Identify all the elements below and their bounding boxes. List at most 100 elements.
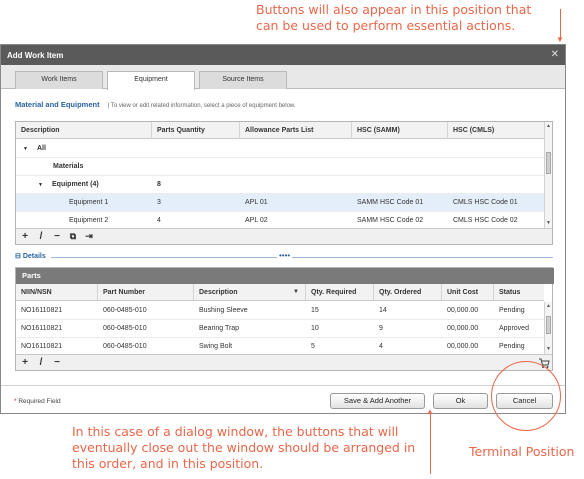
tree-row-label: Materials (53, 163, 84, 170)
equipment-scrollbar[interactable]: ▲ ▼ (544, 122, 552, 228)
dialog-title-bar: Add Work Item ✕ (1, 45, 565, 65)
equipment-toolbar: + / − ⧉ ⇥ (16, 228, 552, 244)
description-cell: Bearing Trap (199, 325, 240, 332)
annotation-terminal: Terminal Position (469, 444, 575, 459)
tab-source-items[interactable]: Source Items (199, 71, 287, 89)
parts-quantity-value: 8 (157, 181, 161, 188)
parts-toolbar: + / − (16, 354, 552, 370)
qty-required-cell: 10 (311, 325, 319, 332)
hsc-cmls-cell: CMLS HSC Code 01 (453, 199, 518, 206)
scroll-down-icon[interactable]: ▼ (545, 345, 552, 353)
col-description[interactable]: Description (16, 122, 152, 139)
scroll-thumb[interactable] (546, 316, 551, 334)
status-cell: Pending (499, 307, 525, 314)
section-header: Material and Equipment | To view or edit… (15, 100, 296, 109)
required-label: Required Field (18, 398, 61, 405)
col-niin-nsn[interactable]: NIIN/NSN (16, 284, 98, 301)
parts-table-title: Parts (16, 268, 554, 284)
table-row[interactable]: Equipment 1 3 APL 01 SAMM HSC Code 01 CM… (16, 194, 544, 212)
equipment-table: Description Parts Quantity Allowance Par… (15, 121, 553, 245)
col-qty-required[interactable]: Qty. Required (306, 284, 374, 301)
col-allowance-parts-list[interactable]: Allowance Parts List (240, 122, 352, 139)
annotation-arrow-top-head: ▼ (556, 35, 564, 44)
description-cell: Equipment 1 (69, 199, 109, 206)
unit-cost-cell: 00,000.00 (447, 325, 479, 332)
edit-icon[interactable]: / (34, 230, 48, 243)
scroll-thumb[interactable] (546, 152, 551, 174)
tree-row-materials[interactable]: Materials (16, 158, 544, 176)
annotation-bottom: In this case of a dialog window, the but… (72, 424, 416, 471)
unit-cost-cell: 00,000.00 (447, 343, 479, 350)
expand-arrow-icon[interactable]: ▼ (38, 182, 43, 188)
col-part-number[interactable]: Part Number (98, 284, 194, 301)
part-number-cell: 060-0485-010 (103, 343, 147, 350)
remove-icon[interactable]: − (50, 230, 64, 243)
dialog-title: Add Work Item (7, 51, 64, 60)
required-field-note: * Required Field (14, 398, 61, 405)
terminal-position-circle (491, 361, 561, 431)
col-unit-cost[interactable]: Unit Cost (442, 284, 494, 301)
table-row[interactable]: NO16110821 060-0485-010 Bushing Sleeve 1… (16, 302, 544, 320)
details-toggle[interactable]: ⊟ Details (15, 252, 46, 260)
col-status[interactable]: Status (494, 284, 544, 301)
tab-bar: Work Items Equipment Source Items (1, 65, 565, 90)
required-star: * (14, 398, 17, 405)
annotation-top: Buttons will also appear in this positio… (256, 2, 532, 33)
add-icon[interactable]: + (18, 356, 32, 369)
move-icon[interactable]: ⇥ (82, 230, 96, 243)
tree-row-label: All (37, 145, 46, 152)
section-subtitle: | To view or edit related information, s… (107, 103, 296, 109)
annotation-arrow-bottom (430, 414, 431, 474)
col-hsc-samm[interactable]: HSC (SAMM) (352, 122, 448, 139)
qty-ordered-cell: 14 (379, 307, 387, 314)
niin-cell: NO16110821 (21, 307, 63, 314)
scroll-up-icon[interactable]: ▲ (545, 122, 552, 130)
section-title: Material and Equipment (15, 100, 100, 109)
qty-ordered-cell: 9 (379, 325, 383, 332)
status-cell: Pending (499, 343, 525, 350)
save-add-another-button[interactable]: Save & Add Another (330, 393, 425, 409)
details-divider-line (51, 257, 553, 258)
tab-equipment[interactable]: Equipment (107, 71, 195, 90)
close-icon[interactable]: ✕ (551, 49, 559, 60)
tab-work-items[interactable]: Work Items (15, 71, 103, 89)
scroll-up-icon[interactable]: ▲ (545, 302, 552, 310)
parts-scrollbar[interactable]: ▲ ▼ (544, 302, 552, 354)
sort-arrow-icon[interactable]: ▼ (293, 284, 299, 301)
tree-row-label: Equipment (4) (52, 181, 99, 188)
qty-required-cell: 15 (311, 307, 319, 314)
remove-icon[interactable]: − (50, 356, 64, 369)
add-icon[interactable]: + (18, 230, 32, 243)
add-work-item-dialog: Add Work Item ✕ Work Items Equipment Sou… (0, 44, 566, 414)
tree-row-equipment[interactable]: ▼ Equipment (4) 8 (16, 176, 544, 194)
table-row[interactable]: NO16110821 060-0485-010 Bearing Trap 10 … (16, 320, 544, 338)
details-label: Details (22, 253, 46, 260)
part-number-cell: 060-0485-010 (103, 307, 147, 314)
col-hsc-cmls[interactable]: HSC (CMLS) (448, 122, 544, 139)
scroll-down-icon[interactable]: ▼ (545, 219, 552, 227)
equipment-table-header: Description Parts Quantity Allowance Par… (16, 122, 544, 139)
ok-button[interactable]: Ok (433, 393, 488, 409)
drag-handle-icon[interactable]: •••• (277, 251, 293, 260)
col-parts-quantity[interactable]: Parts Quantity (152, 122, 240, 139)
col-description-label: Description (199, 289, 238, 296)
table-row[interactable]: NO16110821 060-0485-010 Swing Bolt 5 4 0… (16, 338, 544, 352)
hsc-samm-cell: SAMM HSC Code 01 (357, 199, 424, 206)
details-splitter[interactable]: ⊟ Details •••• (15, 251, 553, 263)
tree-row-all[interactable]: ▼ All (16, 140, 544, 158)
parts-table-header: NIIN/NSN Part Number Description ▼ Qty. … (16, 284, 544, 301)
niin-cell: NO16110821 (21, 343, 63, 350)
unit-cost-cell: 00,000.00 (447, 307, 479, 314)
niin-cell: NO16110821 (21, 325, 63, 332)
parts-table: Parts NIIN/NSN Part Number Description ▼… (15, 267, 554, 371)
dialog-footer: * Required Field Save & Add Another Ok C… (1, 385, 565, 413)
description-cell: Swing Bolt (199, 343, 233, 350)
expand-arrow-icon[interactable]: ▼ (23, 146, 28, 152)
description-cell: Bushing Sleeve (199, 307, 248, 314)
col-qty-ordered[interactable]: Qty. Ordered (374, 284, 442, 301)
col-description[interactable]: Description ▼ (194, 284, 306, 301)
qty-required-cell: 5 (311, 343, 315, 350)
copy-icon[interactable]: ⧉ (66, 230, 80, 243)
apl-cell: APL 01 (245, 199, 268, 206)
edit-icon[interactable]: / (34, 356, 48, 369)
